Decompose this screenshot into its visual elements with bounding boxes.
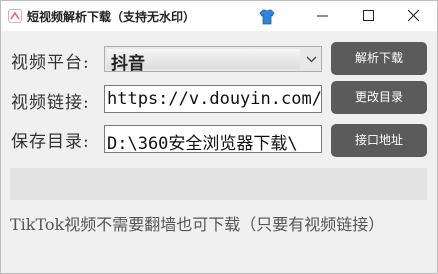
link-label: 视频链接:	[11, 93, 90, 113]
parse-download-button[interactable]: 解析下载	[331, 42, 427, 75]
maximize-icon	[363, 10, 374, 21]
tip-text: TikTok视频不需要翻墙也可下载（只要有视频链接）	[10, 215, 385, 234]
minimize-button[interactable]	[300, 1, 346, 31]
app-logo-icon	[8, 9, 22, 23]
skin-shirt-icon[interactable]	[258, 8, 276, 26]
download-progress-bar	[10, 168, 427, 200]
link-input[interactable]: https://v.douyin.com/	[104, 85, 322, 113]
platform-select[interactable]: 抖音	[104, 46, 322, 74]
maximize-button[interactable]	[346, 1, 392, 31]
platform-label: 视频平台:	[11, 53, 90, 73]
close-button[interactable]	[391, 1, 437, 31]
save-dir-value: D:\360安全浏览器下载\	[107, 134, 298, 153]
platform-select-value: 抖音	[111, 54, 145, 74]
chevron-down-icon	[306, 56, 317, 63]
minimize-icon	[317, 15, 328, 17]
window-title: 短视频解析下载（支持无水印）	[27, 10, 196, 24]
link-input-value: https://v.douyin.com/	[107, 89, 322, 109]
app-window: 短视频解析下载（支持无水印） 视频平台: 抖音 视频链接: https://v.…	[0, 0, 438, 274]
api-address-button[interactable]: 接口地址	[331, 124, 427, 157]
save-dir-input[interactable]: D:\360安全浏览器下载\	[104, 125, 322, 153]
change-dir-button[interactable]: 更改目录	[331, 81, 427, 114]
close-icon	[408, 10, 420, 22]
save-dir-label: 保存目录:	[11, 132, 90, 152]
title-bar[interactable]: 短视频解析下载（支持无水印）	[1, 1, 437, 31]
